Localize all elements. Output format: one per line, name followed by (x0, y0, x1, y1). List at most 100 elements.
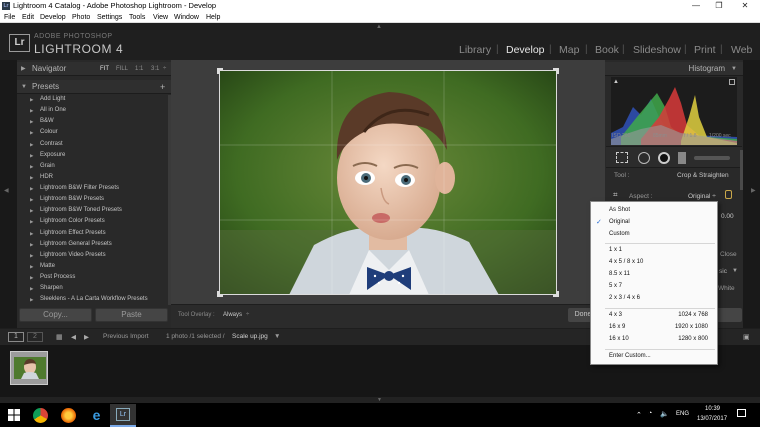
left-collapse-strip[interactable]: ◀ (0, 60, 17, 328)
basic-header-partial[interactable]: sic (719, 268, 727, 275)
maximize-button[interactable]: ❐ (709, 0, 729, 12)
crop-handle-bottom-right[interactable] (553, 291, 559, 297)
module-book[interactable]: Book (595, 44, 619, 56)
right-panel-scrollbar[interactable] (740, 150, 743, 190)
aspect-option[interactable]: 8.5 x 11 (609, 271, 630, 277)
preset-folder[interactable]: Sharpen (17, 283, 167, 294)
shadow-clipping-icon[interactable]: ▲ (613, 79, 619, 85)
menu-tools[interactable]: Tools (129, 12, 145, 23)
minimize-button[interactable]: — (686, 0, 706, 12)
preset-folder[interactable]: Lightroom Effect Presets (17, 228, 167, 239)
menu-develop[interactable]: Develop (40, 12, 66, 23)
filmstrip-toggle-icon[interactable]: ▣ (743, 333, 750, 341)
filename-dropdown-icon[interactable]: ▼ (274, 333, 280, 340)
tool-overlay-dropdown-icon[interactable]: ÷ (246, 312, 249, 318)
chrome-icon[interactable] (33, 408, 48, 423)
menu-help[interactable]: Help (206, 12, 220, 23)
clock-date[interactable]: 13/07/2017 (697, 416, 727, 422)
module-slideshow[interactable]: Slideshow (633, 44, 681, 56)
reset-button-partial[interactable] (714, 308, 742, 322)
preset-folder[interactable]: Colour (17, 127, 167, 138)
module-web[interactable]: Web (731, 44, 752, 56)
preset-folder[interactable]: Lightroom B&W Toned Presets (17, 205, 167, 216)
aspect-option[interactable]: 4 x 3 (609, 312, 622, 318)
network-icon[interactable]: ◔ (648, 410, 652, 417)
crop-handle-bottom-left[interactable] (217, 291, 223, 297)
preset-folder[interactable]: Grain (17, 161, 167, 172)
menu-edit[interactable]: Edit (22, 12, 34, 23)
copy-settings-button[interactable]: Copy... (19, 308, 92, 322)
aspect-option[interactable]: 16 x 9 (609, 324, 625, 330)
preset-folder[interactable]: B&W (17, 116, 167, 127)
menu-file[interactable]: File (4, 12, 15, 23)
clock-time[interactable]: 10:39 (705, 406, 720, 412)
graduated-filter-tool-icon[interactable] (678, 152, 686, 164)
aspect-option[interactable]: 1 x 1 (609, 247, 622, 253)
volume-icon[interactable]: 🔈 (660, 410, 669, 418)
edge-icon[interactable]: e (89, 408, 104, 423)
preset-folder[interactable]: Matte (17, 261, 167, 272)
red-eye-tool-icon[interactable] (658, 152, 670, 164)
language-indicator[interactable]: ENG (676, 411, 689, 417)
aspect-option[interactable]: Custom (609, 231, 630, 237)
lock-aspect-icon[interactable] (725, 190, 732, 199)
aspect-option[interactable]: 4 x 5 / 8 x 10 (609, 259, 643, 265)
preset-folder[interactable]: Lightroom General Presets (17, 239, 167, 250)
notifications-icon[interactable] (737, 409, 746, 417)
histogram-header[interactable]: Histogram ▼ (605, 62, 743, 76)
preset-folder[interactable]: Lightroom B&W Presets (17, 194, 167, 205)
preset-folder[interactable]: Lightroom Color Presets (17, 216, 167, 227)
lightroom-taskbar-button[interactable]: Lr (110, 404, 136, 427)
preset-folder[interactable]: HDR (17, 172, 167, 183)
presets-header[interactable]: ▼ Presets + (17, 80, 171, 94)
module-develop[interactable]: Develop (506, 44, 545, 56)
back-arrow-icon[interactable]: ◀ (71, 333, 76, 341)
view-2-button[interactable]: 2 (27, 332, 43, 342)
crop-overlay-tool-icon[interactable] (616, 152, 628, 163)
preset-folder[interactable]: All in One (17, 105, 167, 116)
highlight-clipping-icon[interactable] (729, 79, 735, 85)
preset-folder[interactable]: Post Process (17, 272, 167, 283)
preset-folder[interactable]: Lightroom B&W Filter Presets (17, 183, 167, 194)
right-collapse-arrow-icon[interactable]: ▶ (751, 187, 756, 194)
filmstrip-thumbnail[interactable] (10, 351, 48, 385)
menu-window[interactable]: Window (174, 12, 199, 23)
firefox-icon[interactable] (61, 408, 76, 423)
filmstrip-filename[interactable]: Scale up.jpg (232, 333, 268, 340)
preset-folder[interactable]: Add Light (17, 94, 167, 105)
add-preset-button[interactable]: + (160, 80, 165, 94)
zoom-1-1[interactable]: 1:1 (135, 62, 143, 76)
zoom-fill[interactable]: FILL (116, 62, 128, 76)
grid-view-icon[interactable]: ▦ (56, 333, 63, 341)
preset-folder[interactable]: Lightroom Video Presets (17, 250, 167, 261)
aspect-select[interactable]: Original ÷ (688, 193, 716, 200)
menu-view[interactable]: View (153, 12, 168, 23)
menu-settings[interactable]: Settings (97, 12, 122, 23)
zoom-3-1[interactable]: 3:1 (151, 62, 159, 76)
paste-settings-button[interactable]: Paste (95, 308, 168, 322)
aspect-option[interactable]: Original (609, 219, 630, 225)
aspect-option[interactable]: As Shot (609, 207, 630, 213)
close-button[interactable]: ✕ (735, 0, 755, 12)
aspect-option[interactable]: 5 x 7 (609, 283, 622, 289)
navigator-header[interactable]: ▶ Navigator FIT FILL 1:1 3:1 ÷ (17, 62, 171, 76)
tool-overlay-select[interactable]: Always (223, 312, 242, 318)
enter-custom-option[interactable]: Enter Custom... (609, 353, 651, 359)
close-button-partial[interactable]: Close (720, 251, 737, 258)
zoom-fit[interactable]: FIT (100, 62, 109, 76)
tray-chevron-icon[interactable]: ⌃ (636, 411, 642, 419)
view-1-button[interactable]: 1 (8, 332, 24, 342)
preset-folder[interactable]: Contrast (17, 139, 167, 150)
crop-tool-icon[interactable]: ⌗ (613, 190, 618, 200)
windows-start-icon[interactable] (8, 409, 20, 421)
spot-removal-tool-icon[interactable] (638, 152, 650, 164)
right-collapse-strip[interactable]: ▶ (743, 60, 760, 328)
preset-folder[interactable]: Exposure (17, 150, 167, 161)
zoom-menu-icon[interactable]: ÷ (163, 62, 166, 76)
left-collapse-arrow-icon[interactable]: ◀ (4, 187, 9, 194)
aspect-option[interactable]: 2 x 3 / 4 x 6 (609, 295, 640, 301)
crop-handle-top-right[interactable] (553, 68, 559, 74)
menu-photo[interactable]: Photo (72, 12, 90, 23)
aspect-option[interactable]: 16 x 10 (609, 336, 629, 342)
angle-value[interactable]: 0.00 (721, 213, 734, 220)
